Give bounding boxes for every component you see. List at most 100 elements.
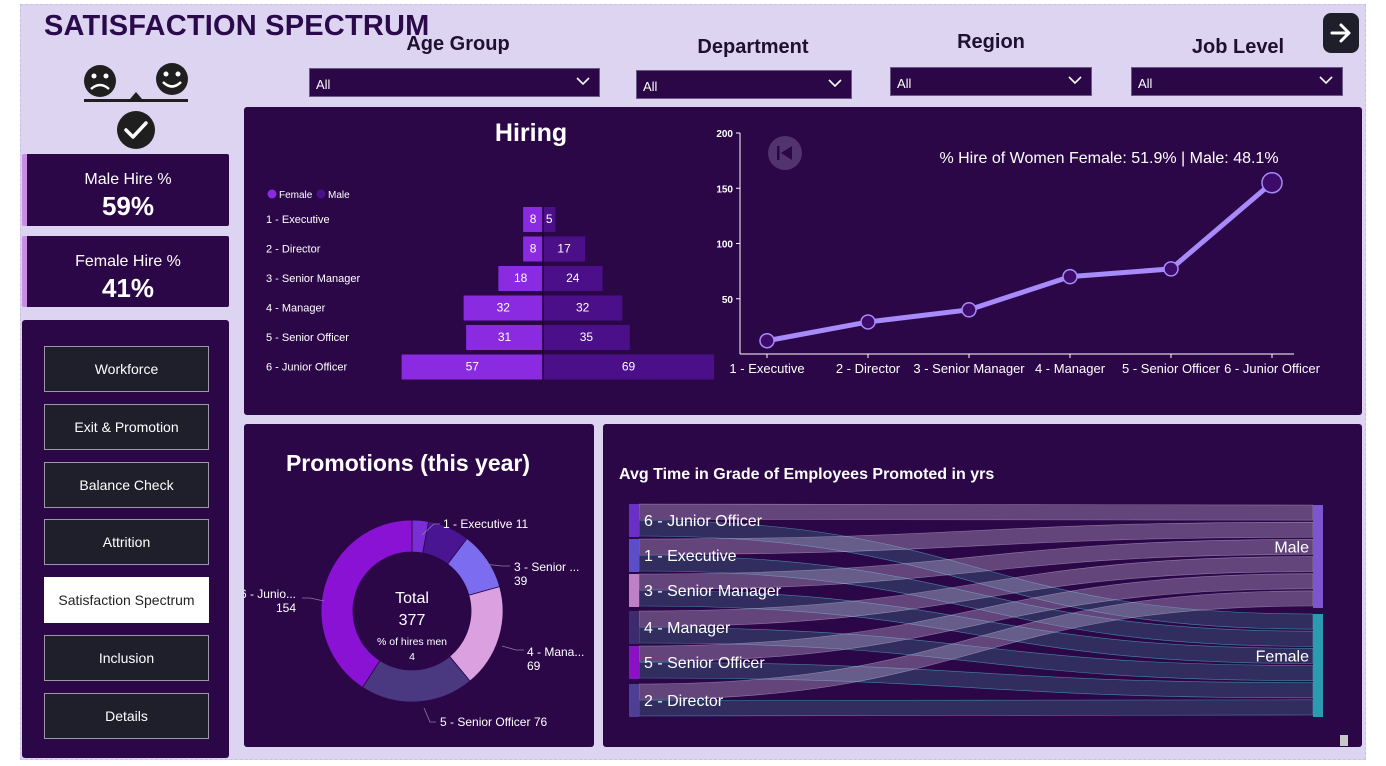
sad-face-icon	[84, 65, 116, 97]
x-label-2-director: 2 - Director	[836, 361, 901, 376]
sankey-source-node-4-manager[interactable]	[629, 611, 639, 644]
hire-line-series	[766, 180, 1274, 344]
age-group-value: All	[316, 77, 331, 92]
slice-label-senior-manager: 3 - Senior ...	[514, 560, 579, 574]
sankey-title: Avg Time in Grade of Employees Promoted …	[619, 466, 994, 483]
sankey-source-node-6-junior-officer[interactable]	[629, 504, 639, 537]
age-group-dropdown[interactable]: All	[309, 68, 600, 97]
line-point-4-manager[interactable]	[1062, 268, 1078, 285]
x-label-5-senior-officer: 5 - Senior Officer	[1122, 361, 1221, 376]
male-value-4-manager: 32	[576, 301, 590, 315]
x-label-6-junior-officer: 6 - Junior Officer	[1224, 361, 1321, 376]
sankey-source-label-5-senior-officer: 5 - Senior Officer	[644, 655, 765, 672]
slice-label-manager: 4 - Mana...	[527, 645, 584, 659]
female-value-1-executive: 8	[530, 212, 537, 226]
line-point-2-director[interactable]	[860, 314, 876, 330]
donut-center-value: 377	[399, 612, 426, 629]
satisfaction-logo	[84, 63, 188, 149]
hiring-legend: Female Male	[267, 189, 350, 201]
donut-slices	[320, 519, 504, 703]
chevron-down-icon	[1319, 76, 1333, 85]
sankey-source-node-2-director[interactable]	[629, 684, 639, 717]
sankey-source-label-2-director: 2 - Director	[644, 693, 724, 710]
male-value-5-senior-officer: 35	[580, 330, 594, 344]
arrow-right-icon	[1330, 23, 1351, 43]
hiring-pyramid: 1 - Executive 8 52 - Director 8 173 - Senior…	[266, 207, 715, 380]
department-dropdown[interactable]: All	[636, 70, 852, 99]
nav-attrition-button[interactable]: Attrition	[44, 519, 209, 565]
donut-sub-value: 4	[409, 651, 415, 663]
checkmark-icon	[117, 111, 155, 149]
female-value-6-junior-officer: 57	[466, 360, 480, 374]
slice-value-junior-officer: 154	[276, 601, 296, 615]
line-point-1-executive[interactable]	[759, 332, 775, 349]
line-point-5-senior-officer[interactable]	[1163, 261, 1179, 277]
time-in-grade-sankey: Avg Time in Grade of Employees Promoted …	[619, 466, 1323, 717]
y-tick-label-200: 200	[716, 129, 733, 140]
nav-workforce-button[interactable]: Workforce	[44, 346, 209, 392]
slice-value-senior-manager: 39	[514, 574, 528, 588]
line-point-6-junior-officer[interactable]	[1261, 171, 1283, 194]
line-point-3-senior-manager[interactable]	[961, 302, 977, 318]
time-in-grade-panel: Avg Time in Grade of Employees Promoted …	[603, 424, 1362, 747]
sankey-source-label-6-junior-officer: 6 - Junior Officer	[644, 513, 763, 530]
hiring-title: Hiring	[495, 119, 567, 147]
chevron-down-icon	[576, 77, 590, 86]
filter-label-department: Department	[697, 36, 809, 58]
donut-slice-5-senior-officer[interactable]	[361, 655, 471, 703]
sankey-source-node-3-senior-manager[interactable]	[629, 574, 639, 607]
nav-inclusion-button[interactable]: Inclusion	[44, 635, 209, 681]
job-level-dropdown[interactable]: All	[1131, 67, 1343, 96]
filter-label-job-level: Job Level	[1191, 36, 1285, 58]
female-value-2-director: 8	[530, 242, 537, 256]
y-tick-label-150: 150	[716, 184, 733, 195]
sankey-source-node-5-senior-officer[interactable]	[629, 646, 639, 679]
promotions-donut-chart: Promotions (this year) Total 377 % of hi…	[240, 450, 584, 729]
chevron-down-icon	[1068, 76, 1082, 85]
nav-details-button[interactable]: Details	[44, 693, 209, 739]
female-value-3-senior-manager: 18	[514, 271, 528, 285]
hiring-panel: Hiring Female Male 1 - Executive 8 5 2 - Di…	[244, 107, 1362, 415]
female-hire-card: Female Hire % 41%	[22, 236, 229, 307]
nav-satisfaction-spectrum-button[interactable]: Satisfaction Spectrum	[44, 577, 209, 623]
sankey-source-label-3-senior-manager: 3 - Senior Manager	[644, 583, 782, 600]
page-title: SATISFACTION SPECTRUM	[44, 10, 430, 42]
x-label-3-senior-manager: 3 - Senior Manager	[913, 361, 1025, 376]
promotions-title: Promotions (this year)	[286, 450, 530, 476]
next-page-button[interactable]	[1323, 13, 1359, 53]
hiring-category-6-junior-officer: 6 - Junior Officer	[266, 362, 347, 374]
slice-label-executive: 1 - Executive 11	[443, 517, 528, 531]
slice-value-manager: 69	[527, 659, 541, 673]
promotions-panel: Promotions (this year) Total 377 % of hi…	[240, 424, 594, 747]
female-value-5-senior-officer: 31	[498, 330, 512, 344]
donut-sub-label: % of hires men	[377, 636, 447, 648]
legend-male-swatch	[316, 189, 326, 199]
job-level-value: All	[1138, 76, 1153, 91]
nav-balance-check-button[interactable]: Balance Check	[44, 462, 209, 508]
legend-male-label: Male	[328, 190, 350, 201]
sankey-target-node-female[interactable]	[1313, 614, 1323, 717]
female-value-4-manager: 32	[497, 301, 511, 315]
male-hire-card: Male Hire % 59%	[22, 154, 229, 226]
y-tick-label-50: 50	[722, 295, 734, 306]
sankey-source-node-1-executive[interactable]	[629, 539, 639, 572]
x-label-4-manager: 4 - Manager	[1035, 361, 1106, 376]
sankey-source-label-4-manager: 4 - Manager	[644, 620, 731, 637]
legend-female-label: Female	[279, 190, 313, 201]
region-dropdown[interactable]: All	[890, 67, 1092, 96]
hiring-category-5-senior-officer: 5 - Senior Officer	[266, 332, 349, 344]
sankey-target-node-male[interactable]	[1313, 505, 1323, 608]
male-value-6-junior-officer: 69	[622, 360, 636, 374]
male-hire-label: Male Hire %	[84, 171, 172, 188]
sankey-link-2-director-female[interactable]	[638, 699, 1314, 717]
sankey-source-label-1-executive: 1 - Executive	[644, 548, 737, 565]
female-hire-label: Female Hire %	[75, 253, 181, 270]
reset-button[interactable]	[768, 136, 802, 170]
nav-exit-promotion-button[interactable]: Exit & Promotion	[44, 404, 209, 450]
slice-label-senior-officer: 5 - Senior Officer 76	[440, 715, 547, 729]
x-label-1-executive: 1 - Executive	[729, 361, 804, 376]
scroll-handle[interactable]	[1340, 735, 1348, 746]
navigation-panel: Workforce Exit & Promotion Balance Check…	[22, 320, 229, 758]
hiring-chart: Hiring Female Male 1 - Executive 8 52 - Di…	[266, 119, 1321, 380]
legend-female-swatch	[267, 189, 277, 199]
